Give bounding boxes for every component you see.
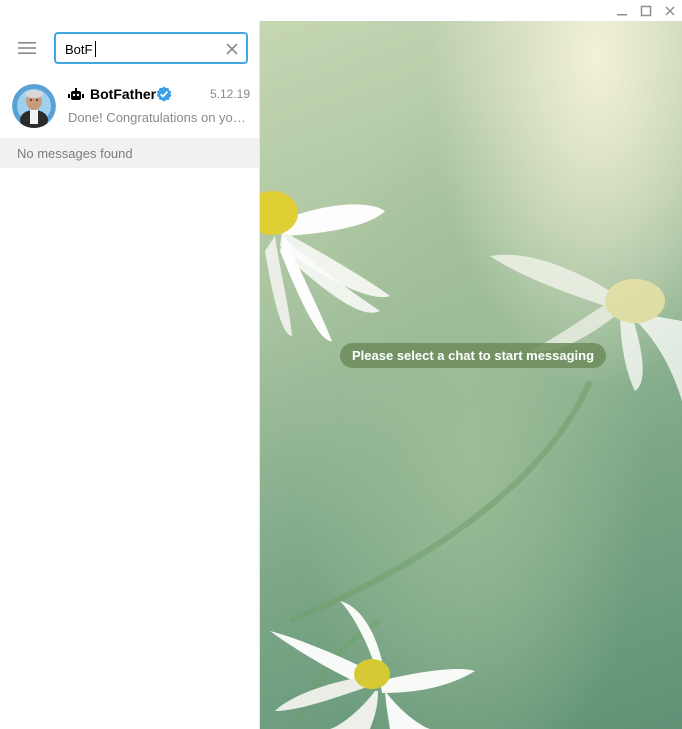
clear-search-button[interactable] bbox=[224, 41, 240, 57]
maximize-button[interactable] bbox=[634, 0, 658, 21]
text-caret bbox=[95, 41, 96, 57]
close-window-button[interactable] bbox=[658, 0, 682, 21]
empty-state-badge: Please select a chat to start messaging bbox=[340, 343, 607, 368]
maximize-icon bbox=[640, 5, 652, 16]
chat-preview: Done! Congratulations on your new bot. bbox=[68, 110, 250, 125]
verified-icon bbox=[156, 86, 172, 102]
wallpaper-illustration bbox=[260, 191, 682, 729]
chat-area-background: Please select a chat to start messaging bbox=[260, 21, 682, 729]
no-messages-banner: No messages found bbox=[0, 138, 259, 168]
close-icon bbox=[226, 43, 238, 55]
chat-name: BotFather bbox=[90, 86, 157, 102]
hamburger-menu-icon bbox=[18, 42, 36, 54]
main-menu-button[interactable] bbox=[10, 35, 44, 61]
no-messages-text: No messages found bbox=[17, 146, 133, 161]
empty-state-text: Please select a chat to start messaging bbox=[352, 348, 595, 363]
close-icon bbox=[665, 5, 675, 16]
search-input[interactable] bbox=[65, 39, 215, 59]
minimize-icon bbox=[617, 13, 627, 15]
sidebar: BotFather 5.12.19 Done! Congratulations … bbox=[0, 21, 260, 729]
chat-list-item[interactable]: BotFather 5.12.19 Done! Congratulations … bbox=[0, 73, 259, 139]
title-bar bbox=[0, 0, 682, 21]
search-field[interactable] bbox=[54, 32, 248, 64]
avatar bbox=[12, 84, 56, 128]
minimize-button[interactable] bbox=[610, 0, 634, 21]
chat-date: 5.12.19 bbox=[209, 87, 250, 101]
bot-icon bbox=[68, 88, 84, 100]
